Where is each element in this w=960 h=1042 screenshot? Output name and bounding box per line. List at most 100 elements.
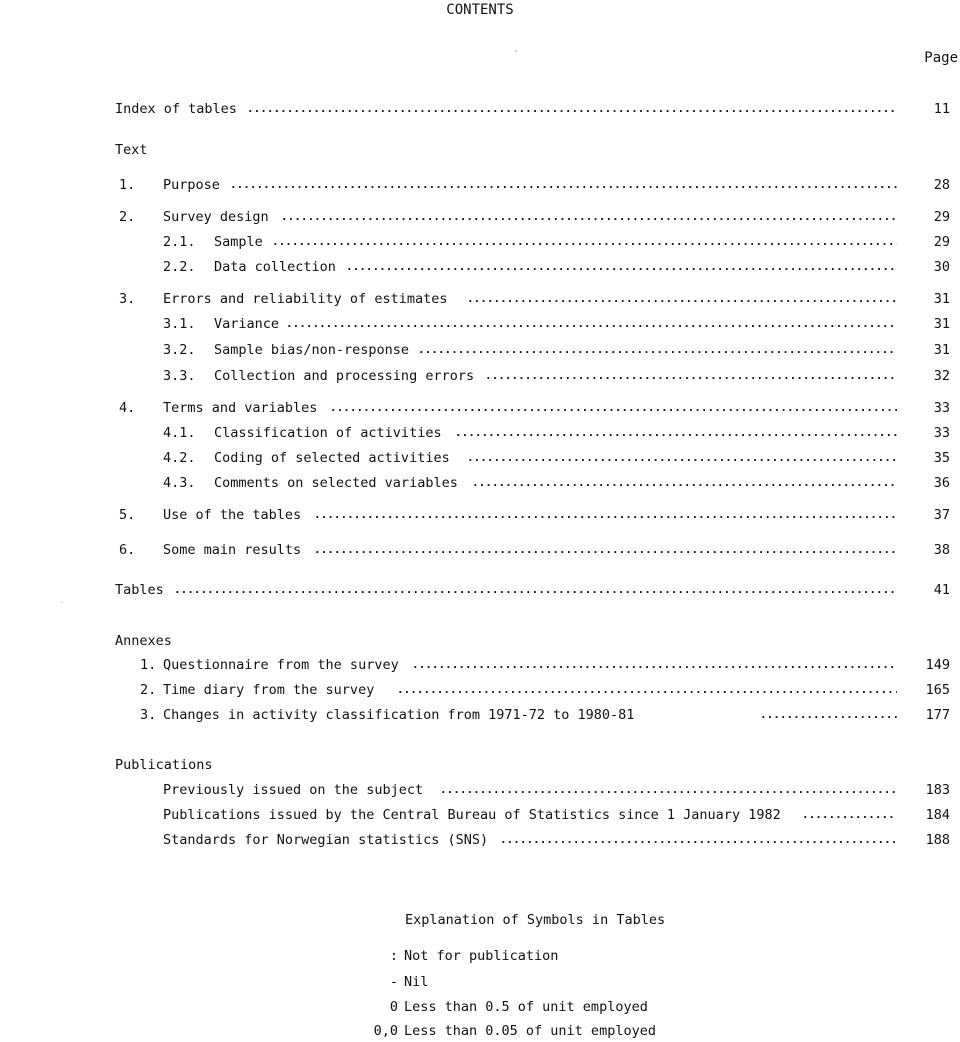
toc-entry[interactable]: 3. Errors and reliability of estimates 3…: [0, 290, 960, 308]
toc-entry-label: Collection and processing errors: [214, 368, 475, 384]
dot-leader: [230, 176, 897, 194]
toc-entry[interactable]: Previously issued on the subject 183: [0, 781, 960, 799]
dot-leader: [314, 506, 897, 524]
toc-entry[interactable]: Publications issued by the Central Burea…: [0, 806, 960, 824]
dot-leader: [418, 341, 897, 359]
toc-entry-page: 41: [933, 582, 950, 598]
toc-entry[interactable]: 2. Time diary from the survey 165: [0, 681, 960, 699]
toc-entry[interactable]: 4.3. Comments on selected variables 36: [0, 474, 960, 492]
toc-entry-number: 3.1.: [163, 316, 196, 332]
toc-entry-label: Survey design: [163, 209, 269, 225]
dot-leader: [467, 449, 897, 467]
toc-entry-label: Sample bias/non-response: [214, 342, 410, 358]
dot-leader: [314, 541, 897, 559]
toc-entry[interactable]: 2.1. Sample 29: [0, 233, 960, 251]
dot-leader: [412, 656, 897, 674]
toc-entry-number: 3.2.: [163, 342, 196, 358]
toc-entry-page: 31: [933, 342, 950, 358]
toc-entry-page: 28: [933, 177, 950, 193]
toc-entry-number: 2.: [119, 209, 136, 225]
scan-speck: [515, 50, 517, 52]
dot-leader: [440, 781, 897, 799]
toc-entry-page: 31: [933, 291, 950, 307]
legend-symbol: 0,0: [373, 1023, 398, 1039]
legend-meaning: Nil: [404, 974, 429, 990]
toc-entry-number: 6.: [119, 542, 136, 558]
toc-entry-label: Use of the tables: [163, 507, 302, 523]
legend-symbol: :: [389, 948, 398, 964]
toc-entry[interactable]: Tables 41: [0, 581, 960, 599]
toc-entry[interactable]: Index of tables 11: [0, 100, 960, 118]
toc-entry[interactable]: 4.1. Classification of activities 33: [0, 424, 960, 442]
toc-entry[interactable]: 4.2. Coding of selected activities 35: [0, 449, 960, 467]
section-heading-text: Text: [115, 142, 148, 158]
dot-leader: [760, 706, 897, 724]
toc-entry-number: 2.1.: [163, 234, 196, 250]
dot-leader: [286, 315, 897, 333]
toc-entry[interactable]: 1. Questionnaire from the survey 149: [0, 656, 960, 674]
toc-entry[interactable]: 5. Use of the tables 37: [0, 506, 960, 524]
toc-entry-number: 3.: [140, 707, 157, 723]
toc-entry[interactable]: Standards for Norwegian statistics (SNS)…: [0, 831, 960, 849]
toc-entry-label: Changes in activity classification from …: [163, 707, 635, 723]
page-title: CONTENTS: [446, 2, 514, 18]
toc-entry-label: Sample: [214, 234, 263, 250]
toc-entry-page: 32: [933, 368, 950, 384]
toc-entry-label: Index of tables: [115, 101, 237, 117]
toc-entry-label: Variance: [214, 316, 280, 332]
toc-entry-number: 3.3.: [163, 368, 196, 384]
toc-entry-page: 33: [933, 400, 950, 416]
legend-meaning: Less than 0.5 of unit employed: [404, 999, 648, 1015]
toc-entry-number: 4.: [119, 400, 136, 416]
toc-entry[interactable]: 1. Purpose 28: [0, 176, 960, 194]
toc-entry-label: Data collection: [214, 259, 336, 275]
toc-entry-number: 1.: [140, 657, 157, 673]
section-heading-publications: Publications: [115, 757, 213, 773]
dot-leader: [346, 258, 897, 276]
toc-entry[interactable]: 4. Terms and variables 33: [0, 399, 960, 417]
toc-entry-number: 3.: [119, 291, 136, 307]
dot-leader: [174, 581, 897, 599]
toc-entry-page: 11: [933, 101, 950, 117]
toc-entry-label: Standards for Norwegian statistics (SNS): [163, 832, 489, 848]
toc-entry-number: 2.: [140, 682, 157, 698]
toc-entry-label: Questionnaire from the survey: [163, 657, 399, 673]
toc-entry-label: Purpose: [163, 177, 220, 193]
legend-item: 0,0 Less than 0.05 of unit employed: [340, 1022, 720, 1040]
toc-entry[interactable]: 3. Changes in activity classification fr…: [0, 706, 960, 724]
toc-entry-page: 38: [933, 542, 950, 558]
toc-entry-label: Tables: [115, 582, 164, 598]
toc-entry[interactable]: 3.1. Variance 31: [0, 315, 960, 333]
toc-entry-page: 33: [933, 425, 950, 441]
toc-entry-page: 37: [933, 507, 950, 523]
toc-entry-label: Comments on selected variables: [214, 475, 458, 491]
toc-entry-page: 36: [933, 475, 950, 491]
legend-meaning: Not for publication: [404, 948, 559, 964]
toc-entry-label: Errors and reliability of estimates: [163, 291, 448, 307]
toc-entry-label: Coding of selected activities: [214, 450, 450, 466]
toc-entry-page: 183: [925, 782, 950, 798]
legend-title: Explanation of Symbols in Tables: [405, 912, 666, 928]
toc-entry-label: Previously issued on the subject: [163, 782, 424, 798]
toc-entry[interactable]: 2.2. Data collection 30: [0, 258, 960, 276]
dot-leader: [455, 424, 897, 442]
toc-entry-page: 177: [925, 707, 950, 723]
toc-entry[interactable]: 2. Survey design 29: [0, 208, 960, 226]
toc-entry-page: 188: [925, 832, 950, 848]
toc-entry-label: Publications issued by the Central Burea…: [163, 807, 781, 823]
toc-entry-number: 4.3.: [163, 475, 196, 491]
toc-entry-page: 165: [925, 682, 950, 698]
legend-item: - Nil: [340, 973, 720, 991]
dot-leader: [281, 208, 897, 226]
toc-entry[interactable]: 3.2. Sample bias/non-response 31: [0, 341, 960, 359]
scan-speck: [61, 601, 63, 603]
toc-entry-number: 4.2.: [163, 450, 196, 466]
toc-entry[interactable]: 6. Some main results 38: [0, 541, 960, 559]
dot-leader: [485, 367, 897, 385]
page-column-header: Page: [924, 50, 958, 66]
legend-item: 0 Less than 0.5 of unit employed: [340, 998, 720, 1016]
dot-leader: [247, 100, 897, 118]
toc-entry-label: Time diary from the survey: [163, 682, 375, 698]
dot-leader: [472, 474, 897, 492]
toc-entry[interactable]: 3.3. Collection and processing errors 32: [0, 367, 960, 385]
